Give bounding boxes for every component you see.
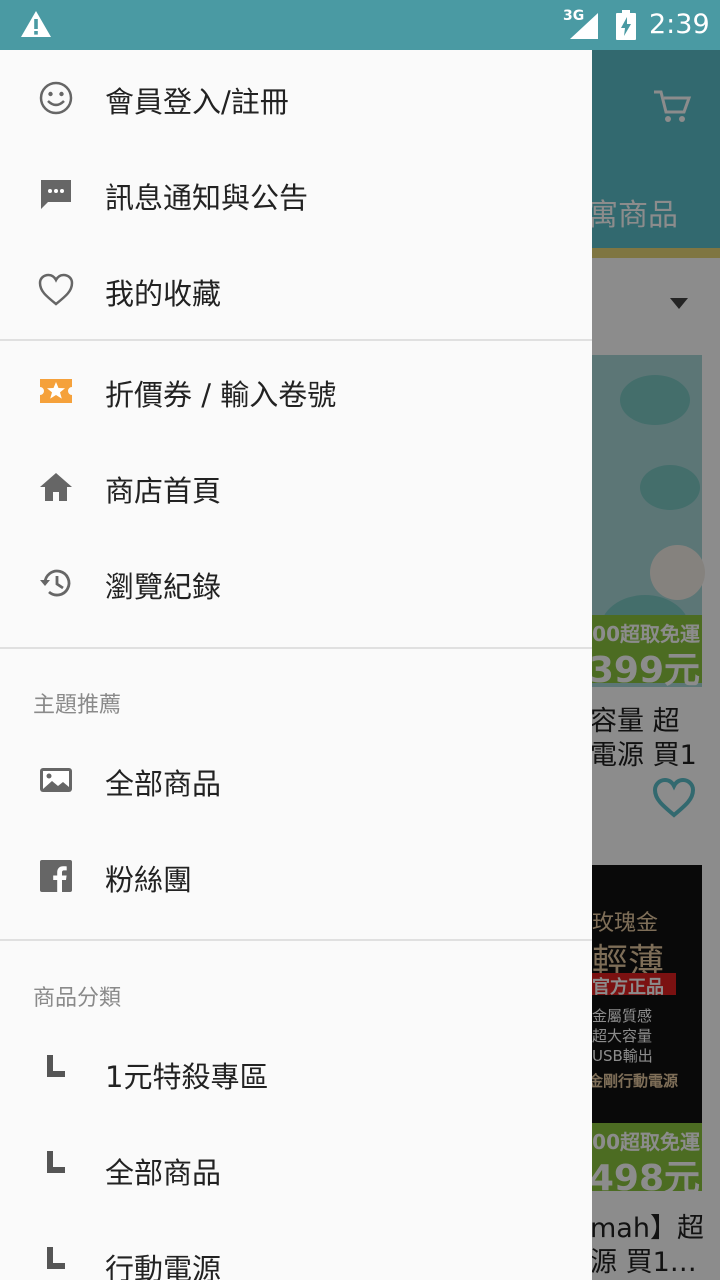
drawer-item-label: 商店首頁 [105, 474, 222, 508]
drawer-item-label: 全部商品 [105, 767, 222, 801]
divider [0, 647, 592, 649]
drawer-item-category-all[interactable]: 全部商品 [0, 1121, 592, 1217]
corner-arrow-icon [47, 1055, 65, 1077]
home-icon [40, 473, 72, 501]
drawer-item-category-power-bank[interactable]: 行動電源 [0, 1217, 592, 1280]
status-bar: 3G 2:39 [0, 0, 720, 50]
facebook-icon [40, 860, 72, 892]
image-icon [40, 768, 72, 792]
drawer-item-label: 折價券 / 輸入卷號 [105, 378, 337, 412]
drawer-item-label: 瀏覽紀錄 [105, 570, 222, 604]
drawer-item-label: 會員登入/註冊 [105, 85, 289, 119]
heart-outline-icon [38, 273, 74, 306]
drawer-item-label: 我的收藏 [105, 277, 222, 311]
corner-arrow-icon [47, 1151, 65, 1173]
drawer-item-notifications[interactable]: 訊息通知與公告 [0, 146, 592, 242]
drawer-item-label: 1元特殺專區 [105, 1060, 269, 1094]
corner-arrow-icon [47, 1247, 65, 1269]
ticket-star-icon [40, 379, 72, 403]
section-header-themes: 主題推薦 [33, 693, 122, 718]
drawer-item-fan-page[interactable]: 粉絲團 [0, 828, 592, 924]
drawer-item-all-products[interactable]: 全部商品 [0, 732, 592, 828]
drawer-item-favorites[interactable]: 我的收藏 [0, 242, 592, 338]
battery-charging-icon [616, 10, 636, 40]
divider [0, 939, 592, 941]
warning-icon [21, 11, 51, 37]
drawer-item-member-login[interactable]: 會員登入/註冊 [0, 50, 592, 146]
chat-bubble-icon [41, 180, 71, 209]
section-header-categories: 商品分類 [33, 986, 122, 1011]
history-icon [40, 569, 71, 597]
drawer-item-coupons[interactable]: 折價券 / 輸入卷號 [0, 343, 592, 439]
navigation-drawer: 會員登入/註冊 訊息通知與公告 我的收藏 折價券 / 輸入卷號 商店首頁 瀏覽紀… [0, 50, 592, 1280]
smiley-icon [39, 81, 73, 115]
drawer-item-label: 行動電源 [105, 1252, 222, 1280]
drawer-item-label: 全部商品 [105, 1156, 222, 1190]
clock: 2:39 [649, 9, 710, 40]
drawer-item-history[interactable]: 瀏覽紀錄 [0, 535, 592, 631]
drawer-item-category-1yuan[interactable]: 1元特殺專區 [0, 1025, 592, 1121]
drawer-item-store-home[interactable]: 商店首頁 [0, 439, 592, 535]
signal-icon [570, 13, 598, 39]
drawer-item-label: 粉絲團 [105, 863, 193, 897]
divider [0, 339, 592, 341]
drawer-item-label: 訊息通知與公告 [105, 181, 309, 215]
